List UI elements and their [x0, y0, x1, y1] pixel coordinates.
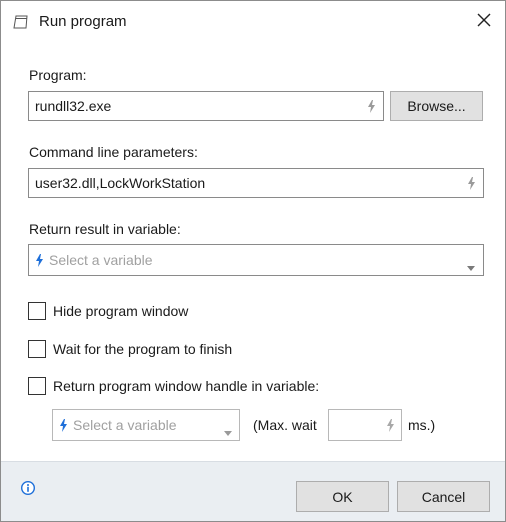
max-wait-prefix: (Max. wait [253, 417, 317, 433]
max-wait-input[interactable] [328, 409, 402, 441]
hide-window-label[interactable]: Hide program window [53, 303, 188, 319]
chevron-down-icon[interactable] [224, 423, 232, 436]
program-label: Program: [29, 67, 87, 83]
title-bar[interactable]: Run program [1, 1, 505, 43]
params-value: user32.dll,LockWorkStation [35, 175, 206, 191]
hide-window-checkbox[interactable] [28, 302, 46, 320]
close-icon [477, 13, 491, 32]
run-program-dialog: Run program Program: rundll32.exe Browse… [0, 0, 506, 522]
params-input[interactable]: user32.dll,LockWorkStation [28, 168, 484, 198]
dialog-title: Run program [39, 13, 127, 30]
cancel-button[interactable]: Cancel [397, 481, 490, 512]
wait-finish-label[interactable]: Wait for the program to finish [53, 341, 232, 357]
result-variable-select[interactable]: Select a variable [28, 244, 484, 276]
close-button[interactable] [469, 7, 499, 37]
program-input[interactable]: rundll32.exe [28, 91, 384, 121]
ok-button[interactable]: OK [296, 481, 389, 512]
window-icon [13, 14, 29, 30]
return-handle-label[interactable]: Return program window handle in variable… [53, 378, 319, 394]
variable-flash-icon [35, 254, 44, 267]
variable-flash-icon[interactable] [386, 419, 395, 432]
variable-flash-icon [59, 419, 68, 432]
program-value: rundll32.exe [35, 98, 112, 114]
wait-finish-checkbox[interactable] [28, 340, 46, 358]
return-handle-checkbox[interactable] [28, 377, 46, 395]
result-label: Return result in variable: [29, 221, 181, 237]
chevron-down-icon[interactable] [467, 258, 475, 271]
info-icon[interactable] [20, 480, 36, 496]
max-wait-suffix: ms.) [408, 417, 436, 433]
handle-variable-select[interactable]: Select a variable [52, 409, 240, 441]
dialog-footer: OK Cancel [1, 461, 505, 521]
browse-button[interactable]: Browse... [390, 91, 483, 121]
variable-flash-icon[interactable] [467, 177, 476, 190]
handle-placeholder: Select a variable [73, 417, 177, 433]
params-label: Command line parameters: [29, 144, 198, 160]
variable-flash-icon[interactable] [367, 100, 376, 113]
result-placeholder: Select a variable [49, 252, 153, 268]
